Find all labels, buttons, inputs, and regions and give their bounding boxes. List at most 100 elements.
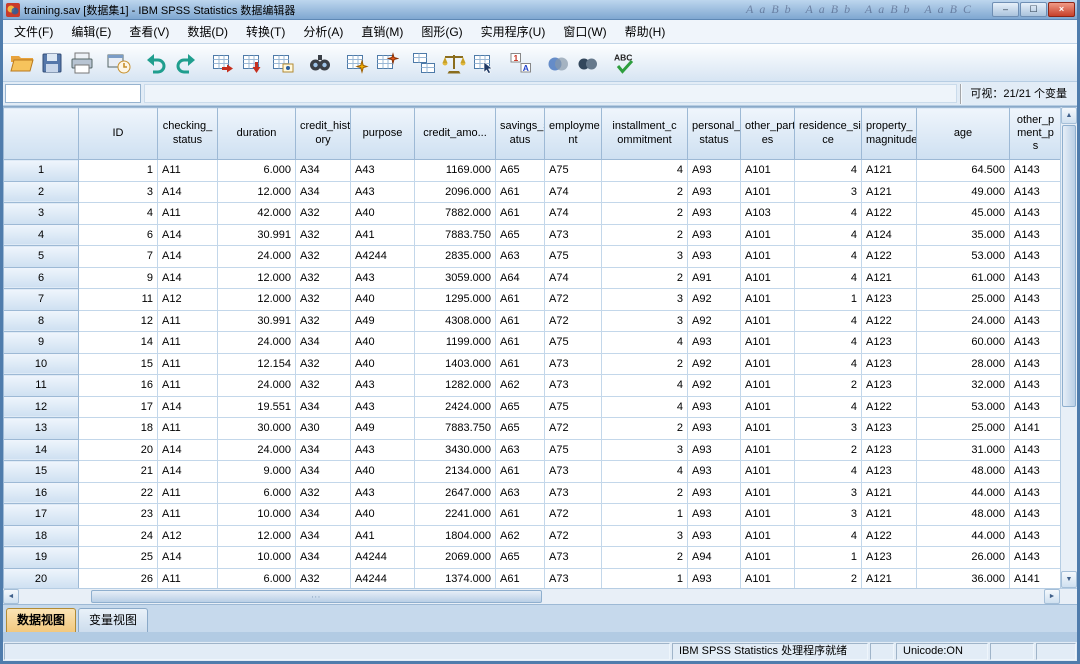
data-cell[interactable]: A62 xyxy=(495,374,545,397)
data-cell[interactable]: A141 xyxy=(1009,417,1060,440)
data-cell[interactable]: A32 xyxy=(295,245,351,268)
data-cell[interactable]: A74 xyxy=(544,202,602,225)
data-cell[interactable]: 4 xyxy=(794,266,862,289)
data-cell[interactable]: A72 xyxy=(544,417,602,440)
data-cell[interactable]: 6.000 xyxy=(217,567,296,588)
data-cell[interactable]: A92 xyxy=(687,309,741,332)
data-cell[interactable]: 3 xyxy=(601,438,688,461)
data-cell[interactable]: A123 xyxy=(861,288,917,311)
data-cell[interactable]: 31.000 xyxy=(916,438,1010,461)
horizontal-scroll-thumb[interactable]: ∙∙∙ xyxy=(90,590,542,603)
row-number-cell[interactable]: 15 xyxy=(3,460,79,483)
data-cell[interactable]: A101 xyxy=(740,245,795,268)
data-cell[interactable]: 25.000 xyxy=(916,417,1010,440)
data-cell[interactable]: A61 xyxy=(495,331,545,354)
data-cell[interactable]: 23 xyxy=(78,503,158,526)
data-cell[interactable]: 2 xyxy=(794,567,862,588)
data-cell[interactable]: A121 xyxy=(861,481,917,504)
row-number-cell[interactable]: 9 xyxy=(3,331,79,354)
data-cell[interactable]: A143 xyxy=(1009,309,1060,332)
data-cell[interactable]: A93 xyxy=(687,202,741,225)
scroll-down-icon[interactable]: ▼ xyxy=(1061,571,1077,588)
row-number-cell[interactable]: 2 xyxy=(3,180,79,203)
data-cell[interactable]: A61 xyxy=(495,202,545,225)
data-cell[interactable]: A32 xyxy=(295,481,351,504)
row-number-cell[interactable]: 6 xyxy=(3,266,79,289)
data-cell[interactable]: 3 xyxy=(601,288,688,311)
menu-utilities[interactable]: 实用程序(U) xyxy=(472,20,555,43)
data-cell[interactable]: A14 xyxy=(157,266,218,289)
data-cell[interactable]: A143 xyxy=(1009,395,1060,418)
data-cell[interactable]: A93 xyxy=(687,395,741,418)
data-cell[interactable]: A73 xyxy=(544,374,602,397)
data-cell[interactable]: A101 xyxy=(740,460,795,483)
data-cell[interactable]: A14 xyxy=(157,245,218,268)
menu-file[interactable]: 文件(F) xyxy=(5,20,62,43)
open-data-icon[interactable] xyxy=(7,48,37,78)
data-cell[interactable]: A41 xyxy=(350,223,415,246)
data-cell[interactable]: 4 xyxy=(601,395,688,418)
data-cell[interactable]: A34 xyxy=(295,331,351,354)
data-cell[interactable]: A124 xyxy=(861,223,917,246)
data-cell[interactable]: A65 xyxy=(495,223,545,246)
data-cell[interactable]: A121 xyxy=(861,503,917,526)
data-cell[interactable]: 60.000 xyxy=(916,331,1010,354)
data-cell[interactable]: 16 xyxy=(78,374,158,397)
data-cell[interactable]: A14 xyxy=(157,180,218,203)
data-cell[interactable]: A73 xyxy=(544,567,602,588)
data-cell[interactable]: A62 xyxy=(495,524,545,547)
column-header-duration[interactable]: duration xyxy=(217,107,296,160)
data-cell[interactable]: 2 xyxy=(794,438,862,461)
row-number-cell[interactable]: 14 xyxy=(3,438,79,461)
show-all-variables-icon[interactable] xyxy=(573,48,603,78)
data-cell[interactable]: A122 xyxy=(861,395,917,418)
data-cell[interactable]: 3 xyxy=(794,417,862,440)
data-cell[interactable]: A61 xyxy=(495,460,545,483)
data-cell[interactable]: A73 xyxy=(544,352,602,375)
data-cell[interactable]: 24 xyxy=(78,524,158,547)
column-header-age[interactable]: age xyxy=(916,107,1010,160)
data-cell[interactable]: 24.000 xyxy=(217,245,296,268)
data-cell[interactable]: A4244 xyxy=(350,245,415,268)
close-button[interactable]: × xyxy=(1048,2,1075,17)
data-cell[interactable]: A93 xyxy=(687,180,741,203)
data-cell[interactable]: A61 xyxy=(495,352,545,375)
column-header-residence_since[interactable]: residence_sin ce xyxy=(794,107,862,160)
weight-cases-icon[interactable] xyxy=(439,48,469,78)
data-cell[interactable]: 2 xyxy=(601,352,688,375)
data-cell[interactable]: A143 xyxy=(1009,460,1060,483)
data-cell[interactable]: A49 xyxy=(350,309,415,332)
data-cell[interactable]: 4 xyxy=(794,309,862,332)
column-header-employment[interactable]: employme nt xyxy=(544,107,602,160)
data-cell[interactable]: A92 xyxy=(687,352,741,375)
data-cell[interactable]: A143 xyxy=(1009,503,1060,526)
data-cell[interactable]: 30.991 xyxy=(217,309,296,332)
data-cell[interactable]: A93 xyxy=(687,417,741,440)
data-cell[interactable]: 6.000 xyxy=(217,159,296,182)
data-cell[interactable]: 2 xyxy=(601,266,688,289)
data-cell[interactable]: A34 xyxy=(295,546,351,569)
data-cell[interactable]: 3059.000 xyxy=(414,266,496,289)
data-cell[interactable]: A34 xyxy=(295,180,351,203)
data-cell[interactable]: 12.154 xyxy=(217,352,296,375)
data-cell[interactable]: A93 xyxy=(687,331,741,354)
data-cell[interactable]: A72 xyxy=(544,309,602,332)
data-cell[interactable]: A32 xyxy=(295,309,351,332)
data-cell[interactable]: 4 xyxy=(601,374,688,397)
data-cell[interactable]: A103 xyxy=(740,202,795,225)
data-cell[interactable]: 1374.000 xyxy=(414,567,496,588)
data-cell[interactable]: A61 xyxy=(495,309,545,332)
data-cell[interactable]: A14 xyxy=(157,223,218,246)
data-cell[interactable]: A122 xyxy=(861,309,917,332)
data-cell[interactable]: A72 xyxy=(544,288,602,311)
data-cell[interactable]: A61 xyxy=(495,503,545,526)
data-cell[interactable]: A101 xyxy=(740,524,795,547)
data-cell[interactable]: A92 xyxy=(687,374,741,397)
column-header-property_magnitude[interactable]: property_ magnitude xyxy=(861,107,917,160)
data-cell[interactable]: 7882.000 xyxy=(414,202,496,225)
data-cell[interactable]: A101 xyxy=(740,481,795,504)
data-cell[interactable]: A34 xyxy=(295,503,351,526)
data-cell[interactable]: 3 xyxy=(601,245,688,268)
vertical-scroll-track[interactable] xyxy=(1061,124,1077,571)
data-cell[interactable]: A49 xyxy=(350,417,415,440)
